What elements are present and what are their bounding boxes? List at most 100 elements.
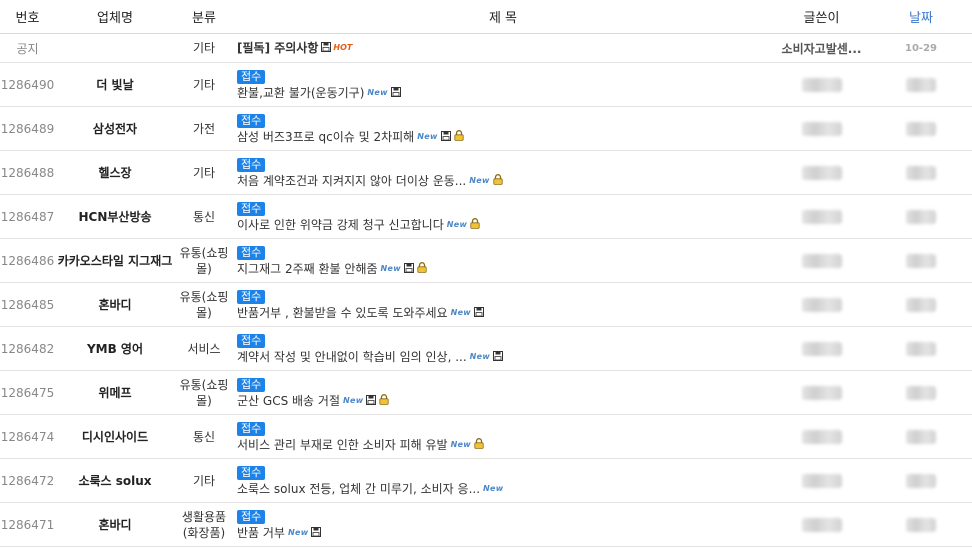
row-title-link[interactable]: 서비스 관리 부재로 인한 소비자 피해 유발 <box>237 438 448 452</box>
row-num: 1286482 <box>0 326 55 371</box>
row-title-link[interactable]: 지그재그 2주째 환불 안해줌 <box>237 262 378 276</box>
header-category: 분류 <box>175 0 233 34</box>
complaint-board-table: 번호 업체명 분류 제 목 글쓴이 날짜 공지 기타 [필독] 주의사항 HOT … <box>0 0 972 547</box>
table-row: 1286471 혼바디 생활용품(화장품) 접수반품 거부 New <box>0 502 972 547</box>
table-row: 1286489 삼성전자 가전 접수 삼성 버즈3프로 qc이슈 및 2차피해 New <box>0 106 972 151</box>
notice-num: 공지 <box>0 33 55 63</box>
row-title-link[interactable]: 처음 계약조건과 지켜지지 않아 더이상 운동... <box>237 174 466 188</box>
author-blurred <box>801 297 842 312</box>
row-title-link[interactable]: 반품 거부 <box>237 526 285 540</box>
author-blurred <box>801 473 842 488</box>
header-title: 제 목 <box>233 0 773 34</box>
row-company: 카카오스타일 지그재그 <box>55 238 175 283</box>
new-icon: New <box>380 264 401 274</box>
row-num: 1286472 <box>0 458 55 503</box>
row-company: 혼바디 <box>55 282 175 327</box>
author-blurred <box>801 165 842 180</box>
row-company: 소룩스 solux <box>55 458 175 503</box>
table-row: 1286487 HCN부산방송 통신 접수 이사로 인한 위약금 강제 청구 신고합니다… <box>0 194 972 239</box>
new-icon: New <box>446 220 468 230</box>
new-icon: New <box>450 308 471 318</box>
row-category: 생활용품(화장품) <box>175 502 233 547</box>
new-icon: New <box>342 396 364 406</box>
notice-row: 공지 기타 [필독] 주의사항 HOT 소비자고발센... 10-29 <box>0 33 972 63</box>
row-title-link[interactable]: 반품거부 , 환불받을 수 있도록 도와주세요 <box>237 306 448 320</box>
notice-title-link[interactable]: [필독] 주의사항 <box>237 41 318 55</box>
author-blurred <box>801 253 842 268</box>
new-icon: New <box>287 528 309 538</box>
author-blurred <box>801 121 842 136</box>
status-badge: 접수 <box>237 201 266 216</box>
hot-icon: HOT <box>333 43 353 53</box>
author-blurred <box>801 77 842 92</box>
row-category: 유통(쇼핑몰) <box>175 370 233 415</box>
attachment-icon <box>311 525 322 541</box>
status-badge: 접수 <box>237 509 266 524</box>
status-badge: 접수 <box>237 113 266 128</box>
row-num: 1286471 <box>0 502 55 547</box>
header-date-sort[interactable]: 날짜 <box>870 0 972 34</box>
row-category: 기타 <box>175 62 233 107</box>
date-blurred <box>906 341 936 356</box>
notice-author: 소비자고발센... <box>773 33 870 63</box>
new-icon: New <box>450 440 471 450</box>
date-blurred <box>906 253 936 268</box>
row-category: 서비스 <box>175 326 233 371</box>
date-blurred <box>906 121 936 136</box>
author-blurred <box>801 429 842 444</box>
status-badge: 접수 <box>237 421 266 436</box>
attachment-icon <box>321 40 332 56</box>
status-badge: 접수 <box>237 333 266 348</box>
table-row: 1286488 헬스장 기타 접수 처음 계약조건과 지켜지지 않아 더이상 운동...… <box>0 150 972 195</box>
header-author: 글쓴이 <box>773 0 870 34</box>
table-row: 1286485 혼바디 유통(쇼핑몰) 접수반품거부 , 환불받을 수 있도록 도와주… <box>0 282 972 327</box>
table-header-row: 번호 업체명 분류 제 목 글쓴이 날짜 <box>0 0 972 34</box>
lock-icon <box>454 129 464 145</box>
row-num: 1286486 <box>0 238 55 283</box>
row-title-link[interactable]: 소룩스 solux 전등, 업체 간 미루기, 소비자 응... <box>237 482 480 496</box>
row-num: 1286485 <box>0 282 55 327</box>
row-company: HCN부산방송 <box>55 194 175 239</box>
lock-icon <box>417 261 427 277</box>
status-badge: 접수 <box>237 289 266 304</box>
table-row: 1286475 위메프 유통(쇼핑몰) 접수 군산 GCS 배송 거절 New <box>0 370 972 415</box>
row-title-link[interactable]: 이사로 인한 위약금 강제 청구 신고합니다 <box>237 218 444 232</box>
author-blurred <box>801 341 842 356</box>
new-icon: New <box>469 352 491 362</box>
date-blurred <box>906 385 936 400</box>
attachment-icon <box>440 129 451 145</box>
date-blurred <box>906 517 936 532</box>
row-category: 기타 <box>175 150 233 195</box>
row-category: 기타 <box>175 458 233 503</box>
new-icon: New <box>417 132 438 142</box>
row-title-link[interactable]: 군산 GCS 배송 거절 <box>237 394 340 408</box>
row-num: 1286490 <box>0 62 55 107</box>
table-row: 1286482 YMB 영어 서비스 접수 계약서 작성 및 안내없이 학습비 임의 인… <box>0 326 972 371</box>
lock-icon <box>379 393 390 409</box>
row-title-link[interactable]: 계약서 작성 및 안내없이 학습비 임의 인상, ... <box>237 350 467 364</box>
author-blurred <box>801 209 842 224</box>
attachment-icon <box>366 393 377 409</box>
lock-icon <box>474 437 484 453</box>
header-company: 업체명 <box>55 0 175 34</box>
table-row: 1286490 더 빛날 기타 접수 환불,교환 불가(운동기구) New <box>0 62 972 107</box>
table-row: 1286486 카카오스타일 지그재그 유통(쇼핑몰) 접수 지그재그 2주째 환불 안… <box>0 238 972 283</box>
attachment-icon <box>474 305 484 321</box>
attachment-icon <box>390 85 401 101</box>
row-num: 1286475 <box>0 370 55 415</box>
date-blurred <box>906 209 936 224</box>
author-blurred <box>801 517 842 532</box>
row-company: 더 빛날 <box>55 62 175 107</box>
notice-date: 10-29 <box>870 33 972 63</box>
table-row: 1286472 소룩스 solux 기타 접수 소룩스 solux 전등, 업체 간 미… <box>0 458 972 503</box>
row-title-link[interactable]: 삼성 버즈3프로 qc이슈 및 2차피해 <box>237 130 414 144</box>
row-title-link[interactable]: 환불,교환 불가(운동기구) <box>237 86 364 100</box>
row-company: 헬스장 <box>55 150 175 195</box>
row-category: 가전 <box>175 106 233 151</box>
date-blurred <box>906 429 936 444</box>
row-company: 혼바디 <box>55 502 175 547</box>
row-company: 위메프 <box>55 370 175 415</box>
row-category: 유통(쇼핑몰) <box>175 238 233 283</box>
row-category: 유통(쇼핑몰) <box>175 282 233 327</box>
new-icon: New <box>469 176 490 186</box>
